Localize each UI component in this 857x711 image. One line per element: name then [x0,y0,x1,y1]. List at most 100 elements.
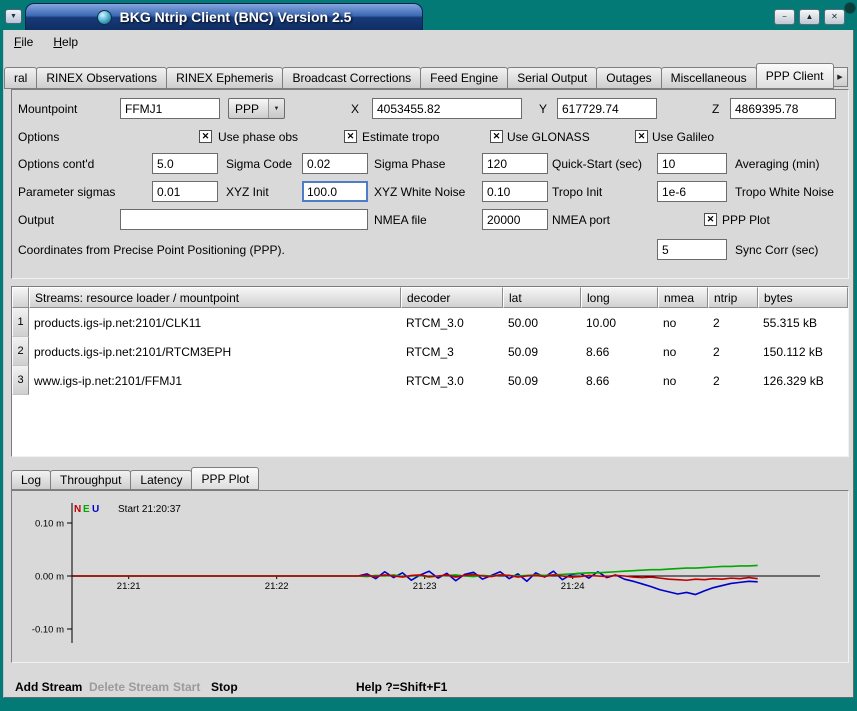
parameter-sigmas-input[interactable] [152,181,218,202]
sync-corr-label: Sync Corr (sec) [735,243,818,257]
quick-start-input[interactable] [482,153,548,174]
xyz-white-noise-label: XYZ White Noise [374,185,465,199]
tab-serial-output[interactable]: Serial Output [507,67,597,89]
cell-mountpoint: www.igs-ip.net:2101/FFMJ1 [29,366,401,395]
maximize-button[interactable]: ▲ [799,9,820,25]
svg-text:Start 21:20:37: Start 21:20:37 [118,504,181,515]
menu-file[interactable]: File [14,35,33,49]
tab-feed-engine[interactable]: Feed Engine [420,67,508,89]
menubar: File Help [4,30,78,54]
output-label: Output [18,213,54,227]
tab-general[interactable]: ral [4,67,37,89]
tab-ppp-plot[interactable]: PPP Plot [191,467,259,490]
z-coordinate-label: Z [712,102,719,116]
tab-ppp-client[interactable]: PPP Client [756,63,834,89]
form-row-parameter-sigmas: Parameter sigmas XYZ Init XYZ White Nois… [12,181,848,203]
header-mountpoint[interactable]: Streams: resource loader / mountpoint [29,287,401,308]
y-coordinate-input[interactable] [557,98,657,119]
y-coordinate-label: Y [539,102,547,116]
table-row[interactable]: 2 products.igs-ip.net:2101/RTCM3EPH RTCM… [12,337,848,366]
start-button: Start [173,680,200,694]
tab-outages[interactable]: Outages [596,67,661,89]
help-button[interactable]: Help ?=Shift+F1 [356,680,447,694]
ppp-mode-combobox[interactable]: PPP ▼ [228,98,285,119]
svg-text:0.00 m: 0.00 m [35,572,64,583]
tropo-init-input[interactable] [657,181,727,202]
use-galileo-checkbox[interactable]: ✕ [635,130,648,143]
form-row-options: Options ✕ Use phase obs ✕ Estimate tropo… [12,126,848,148]
nmea-port-label: NMEA port [552,213,610,227]
use-phase-obs-checkbox[interactable]: ✕ [199,130,212,143]
tropo-init-label: Tropo Init [552,185,602,199]
streams-table-header: Streams: resource loader / mountpoint de… [12,287,848,308]
form-row-output: Output NMEA file NMEA port ✕ PPP Plot [12,209,848,231]
x-coordinate-input[interactable] [372,98,522,119]
row-number[interactable]: 2 [12,337,29,366]
titlebar[interactable]: BKG Ntrip Client (BNC) Version 2.5 [25,3,423,30]
close-button[interactable]: ✕ [824,9,845,25]
cell-decoder: RTCM_3.0 [401,308,503,337]
xyz-white-noise-input[interactable] [482,181,548,202]
use-phase-obs-label: Use phase obs [218,130,298,144]
tab-broadcast-corrections[interactable]: Broadcast Corrections [282,67,421,89]
tab-miscellaneous[interactable]: Miscellaneous [661,67,757,89]
header-ntrip[interactable]: ntrip [708,287,758,308]
output-input[interactable] [120,209,368,230]
tab-rinex-ephemeris[interactable]: RINEX Ephemeris [166,67,283,89]
add-stream-button[interactable]: Add Stream [15,680,82,694]
coordinates-note: Coordinates from Precise Point Positioni… [18,243,285,257]
table-row[interactable]: 3 www.igs-ip.net:2101/FFMJ1 RTCM_3.0 50.… [12,366,848,395]
use-glonass-checkbox[interactable]: ✕ [490,130,503,143]
svg-text:21:21: 21:21 [117,581,141,592]
ppp-plot-checkbox[interactable]: ✕ [704,213,717,226]
cell-lat: 50.09 [503,366,581,395]
window-menu-button[interactable]: ▼ [5,9,22,24]
tropo-white-noise-label: Tropo White Noise [735,185,834,199]
use-galileo-label: Use Galileo [652,130,714,144]
table-row[interactable]: 1 products.igs-ip.net:2101/CLK11 RTCM_3.… [12,308,848,337]
form-row-options-contd: Options cont'd Sigma Code Sigma Phase Qu… [12,153,848,175]
check-icon: ✕ [493,132,501,141]
svg-text:U: U [92,504,99,515]
sigma-code-input[interactable] [152,153,218,174]
tab-scroll-right-button[interactable]: ▶ [832,67,848,87]
cell-long: 8.66 [581,366,658,395]
tab-rinex-observations[interactable]: RINEX Observations [36,67,167,89]
header-lat[interactable]: lat [503,287,581,308]
app-icon [97,10,112,25]
sigma-phase-input[interactable] [302,153,368,174]
cell-long: 8.66 [581,337,658,366]
xyz-init-input[interactable] [302,181,368,202]
ppp-mode-value: PPP [229,99,268,118]
header-nmea[interactable]: nmea [658,287,708,308]
averaging-input[interactable] [657,153,727,174]
header-bytes[interactable]: bytes [758,287,848,308]
row-number[interactable]: 1 [12,308,29,337]
header-long[interactable]: long [581,287,658,308]
nmea-port-input[interactable] [482,209,548,230]
xyz-init-label: XYZ Init [226,185,269,199]
use-glonass-label: Use GLONASS [507,130,590,144]
tab-throughput[interactable]: Throughput [50,470,131,490]
sync-corr-input[interactable] [657,239,727,260]
chevron-right-icon: ▶ [837,73,842,81]
output-tabbar: Log Throughput Latency PPP Plot [11,467,258,490]
minimize-button[interactable]: − [774,9,795,25]
settings-tabbar: ral RINEX Observations RINEX Ephemeris B… [4,62,833,89]
estimate-tropo-checkbox[interactable]: ✕ [344,130,357,143]
svg-text:0.10 m: 0.10 m [35,519,64,530]
row-number[interactable]: 3 [12,366,29,395]
tab-log[interactable]: Log [11,470,51,490]
quick-start-label: Quick-Start (sec) [552,157,642,171]
cell-nmea: no [658,308,708,337]
tab-latency[interactable]: Latency [130,470,192,490]
z-coordinate-input[interactable] [730,98,836,119]
x-coordinate-label: X [351,102,359,116]
cell-decoder: RTCM_3 [401,337,503,366]
mountpoint-input[interactable] [120,98,220,119]
header-decoder[interactable]: decoder [401,287,503,308]
check-icon: ✕ [638,132,646,141]
stop-button[interactable]: Stop [211,680,238,694]
menu-help[interactable]: Help [53,35,78,49]
cell-mountpoint: products.igs-ip.net:2101/CLK11 [29,308,401,337]
